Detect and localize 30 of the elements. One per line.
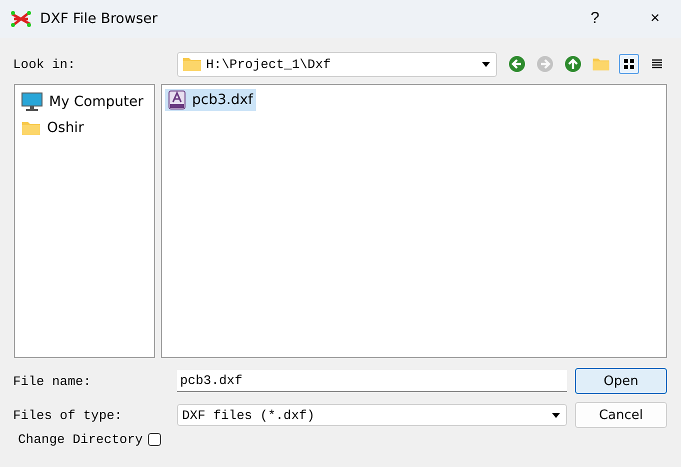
sidebar-item[interactable]: Oshir — [18, 115, 151, 141]
app-logo-icon — [10, 10, 32, 28]
folder-icon — [592, 56, 610, 72]
caret-icon — [552, 412, 560, 418]
folder-icon — [21, 120, 41, 136]
list-icon — [652, 59, 662, 69]
dxf-file-icon — [168, 90, 186, 110]
look-in-label: Look in: — [13, 56, 76, 72]
window-title: DXF File Browser — [40, 11, 158, 27]
monitor-icon — [21, 92, 43, 112]
file-name-label: File name: — [13, 374, 92, 388]
back-icon — [509, 56, 525, 72]
sidebar-item[interactable]: My Computer — [18, 89, 151, 115]
caret-icon — [482, 62, 490, 66]
close-button[interactable]: × — [629, 9, 681, 29]
help-button[interactable]: ? — [569, 9, 621, 29]
file-item[interactable]: pcb3.dxf — [165, 89, 256, 111]
up-icon — [565, 56, 581, 72]
change-directory-label: Change Directory — [18, 432, 143, 447]
file-name-field[interactable]: pcb3.dxf — [177, 370, 567, 392]
grid-icon — [624, 59, 634, 69]
folder-icon — [182, 56, 202, 72]
toolbar-button[interactable] — [619, 54, 639, 74]
look-in-dropdown[interactable]: H:\Project_1\Dxf — [177, 52, 497, 76]
open-button[interactable]: Open — [575, 368, 667, 394]
file-type-dropdown[interactable]: DXF files (*.dxf) — [177, 404, 567, 426]
change-directory-checkbox[interactable] — [148, 433, 161, 446]
cancel-button[interactable]: Cancel — [575, 402, 667, 428]
forward-icon — [537, 56, 553, 72]
file-type-label: Files of type: — [13, 408, 124, 422]
